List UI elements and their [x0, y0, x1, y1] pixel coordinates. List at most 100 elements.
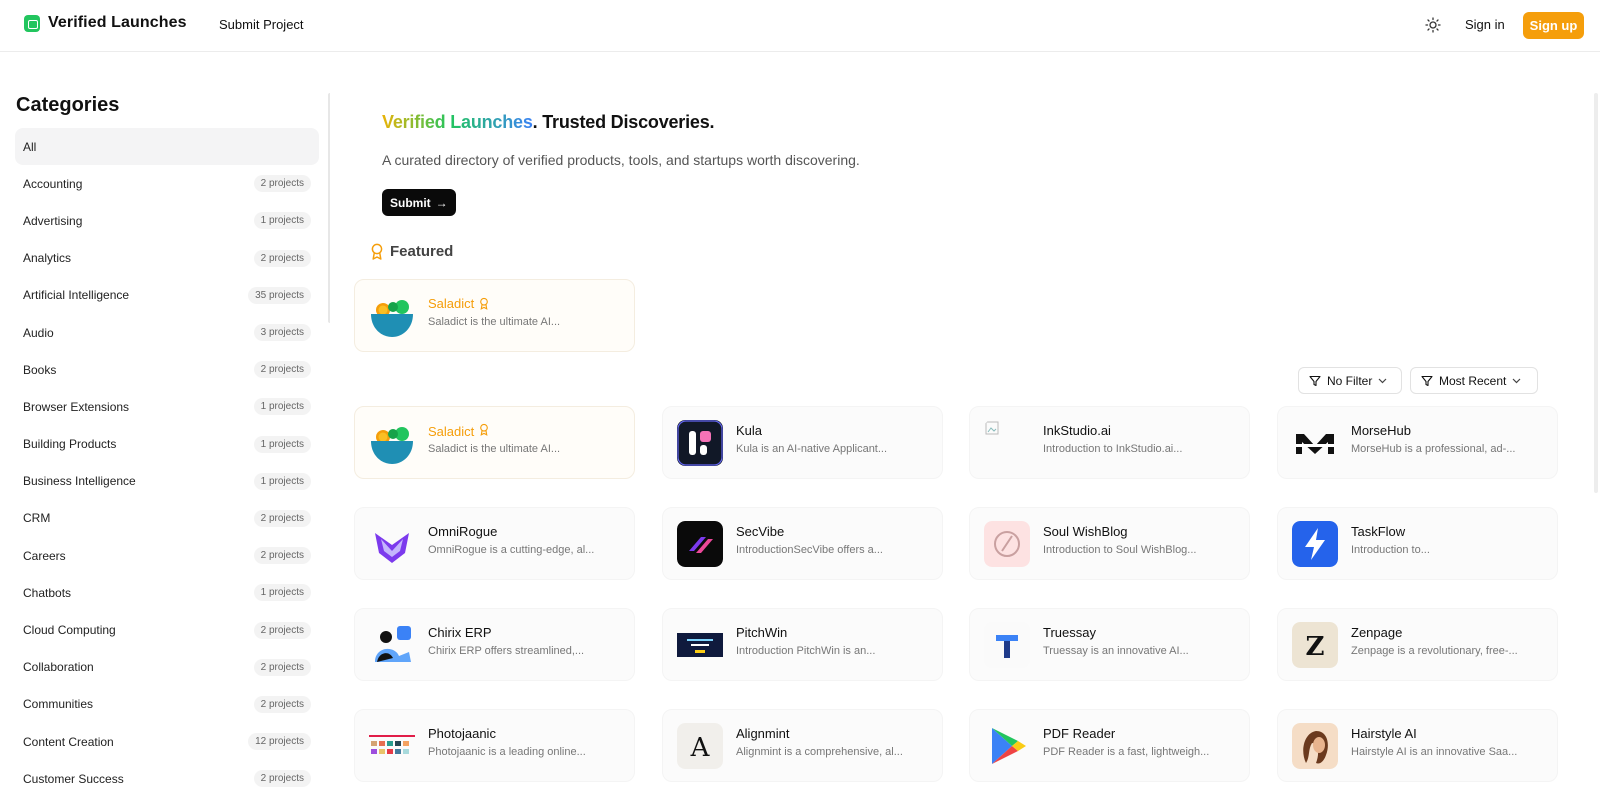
- brand-name: Verified Launches: [48, 14, 187, 31]
- category-label: Collaboration: [23, 660, 94, 675]
- chevron-down-icon: [1378, 378, 1387, 383]
- project-card-morsehub[interactable]: MorseHub MorseHub is a professional, ad-.…: [1277, 406, 1558, 479]
- project-name: Photojaanic: [428, 726, 496, 741]
- award-icon: [479, 423, 489, 439]
- category-count-badge: 2 projects: [253, 658, 311, 676]
- project-card-soul-wishblog[interactable]: Soul WishBlog Introduction to Soul WishBl…: [969, 507, 1250, 580]
- category-count-badge: 2 projects: [253, 770, 311, 788]
- category-label: Cloud Computing: [23, 623, 116, 638]
- project-description: Introduction PitchWin is an...: [736, 645, 876, 657]
- filter-icon: [1309, 375, 1321, 386]
- sidebar-category-crm[interactable]: CRM 2 projects: [15, 500, 319, 537]
- main-scrollbar[interactable]: [1594, 93, 1598, 493]
- sidebar-category-accounting[interactable]: Accounting 2 projects: [15, 165, 319, 202]
- project-card-pitchwin[interactable]: PitchWin Introduction PitchWin is an...: [662, 608, 943, 681]
- project-card-zenpage[interactable]: Z Zenpage Zenpage is a revolutionary, free…: [1277, 608, 1558, 681]
- sidebar-category-content-creation[interactable]: Content Creation 12 projects: [15, 723, 319, 760]
- category-count-badge: 2 projects: [253, 695, 311, 713]
- hero-submit-button[interactable]: Submit →: [382, 189, 456, 216]
- kula-logo: [677, 420, 723, 466]
- project-name-row: MorseHub: [1351, 423, 1411, 438]
- sidebar-category-artificial-intelligence[interactable]: Artificial Intelligence 35 projects: [15, 277, 319, 314]
- sidebar-category-books[interactable]: Books 2 projects: [15, 351, 319, 388]
- project-card-kula[interactable]: Kula Kula is an AI-native Applicant...: [662, 406, 943, 479]
- sun-icon[interactable]: [1425, 17, 1441, 33]
- project-card-truessay[interactable]: Truessay Truessay is an innovative AI...: [969, 608, 1250, 681]
- sidebar-category-careers[interactable]: Careers 2 projects: [15, 537, 319, 574]
- sign-in-link[interactable]: Sign in: [1465, 17, 1505, 32]
- project-card-chirix-erp[interactable]: Chirix ERP Chirix ERP offers streamlined,…: [354, 608, 635, 681]
- project-name: Soul WishBlog: [1043, 524, 1128, 539]
- category-count-badge: 3 projects: [253, 324, 311, 342]
- sidebar-category-advertising[interactable]: Advertising 1 projects: [15, 202, 319, 239]
- project-card-hairstyle-ai[interactable]: Hairstyle AI Hairstyle AI is an innovativ…: [1277, 709, 1558, 782]
- project-name: PDF Reader: [1043, 726, 1116, 741]
- category-count-badge: 1 projects: [253, 435, 311, 453]
- category-label: Books: [23, 362, 57, 377]
- featured-project-card[interactable]: Saladict Saladict is the ultimate AI...: [354, 279, 635, 352]
- sidebar-category-communities[interactable]: Communities 2 projects: [15, 686, 319, 723]
- award-icon: [480, 297, 489, 310]
- sort-dropdown[interactable]: Most Recent: [1410, 367, 1538, 394]
- sign-up-button[interactable]: Sign up: [1523, 12, 1584, 39]
- category-count-badge: 2 projects: [253, 621, 311, 639]
- sidebar-category-cloud-computing[interactable]: Cloud Computing 2 projects: [15, 611, 319, 648]
- hero-title: Verified Launches. Trusted Discoveries.: [382, 112, 715, 133]
- project-card-saladict[interactable]: Saladict Saladict is the ultimate AI...: [354, 406, 635, 479]
- sidebar-category-browser-extensions[interactable]: Browser Extensions 1 projects: [15, 388, 319, 425]
- featured-card-name: Saladict: [428, 296, 475, 311]
- project-name-row: PDF Reader: [1043, 726, 1115, 741]
- project-description: Chirix ERP offers streamlined,...: [428, 645, 585, 657]
- award-icon: [371, 243, 383, 260]
- project-card-inkstudio-ai[interactable]: InkStudio.ai Introduction to InkStudio.ai…: [969, 406, 1250, 479]
- project-name: Truessay: [1043, 625, 1096, 640]
- alignmint-logo: A: [677, 723, 723, 769]
- project-description: Alignmint is a comprehensive, al...: [736, 746, 903, 758]
- category-label: Advertising: [23, 213, 83, 228]
- project-name-row: Zenpage: [1351, 625, 1402, 640]
- category-label: Communities: [23, 697, 94, 712]
- project-name-row: SecVibe: [736, 524, 784, 539]
- brand-logo-link[interactable]: Verified Launches: [24, 14, 187, 32]
- featured-heading: Featured: [370, 243, 453, 260]
- category-label: Accounting: [23, 176, 83, 191]
- category-count-badge: 1 projects: [253, 584, 311, 602]
- project-description: OmniRogue is a cutting-edge, al...: [428, 544, 595, 556]
- sidebar-category-building-products[interactable]: Building Products 1 projects: [15, 426, 319, 463]
- category-label: Business Intelligence: [23, 474, 136, 489]
- sidebar-category-audio[interactable]: Audio 3 projects: [15, 314, 319, 351]
- pitchwin-logo: [677, 622, 723, 668]
- project-card-pdf-reader[interactable]: PDF Reader PDF Reader is a fast, lightwei…: [969, 709, 1250, 782]
- project-card-secvibe[interactable]: SecVibe IntroductionSecVibe offers a...: [662, 507, 943, 580]
- category-label: Customer Success: [23, 771, 124, 786]
- sidebar-category-collaboration[interactable]: Collaboration 2 projects: [15, 649, 319, 686]
- project-name-row: Alignmint: [736, 726, 789, 741]
- category-count-badge: 1 projects: [253, 212, 311, 230]
- category-filter-dropdown[interactable]: No Filter: [1298, 367, 1402, 394]
- categories-heading: Categories: [16, 94, 120, 116]
- category-count-badge: 12 projects: [248, 733, 311, 751]
- submit-project-link[interactable]: Submit Project: [219, 17, 304, 32]
- sidebar-category-chatbots[interactable]: Chatbots 1 projects: [15, 574, 319, 611]
- category-count-badge: 1 projects: [253, 398, 311, 416]
- sidebar-scrollbar[interactable]: [328, 93, 330, 323]
- category-label: Browser Extensions: [23, 399, 130, 414]
- sidebar-category-all[interactable]: All: [15, 128, 319, 166]
- category-list: All Accounting 2 projects Advertising 1 proj…: [15, 128, 319, 795]
- project-card-photojaanic[interactable]: Photojaanic Photojaanic is a leading onli…: [354, 709, 635, 782]
- project-name: Saladict: [428, 423, 475, 439]
- sidebar-category-customer-success[interactable]: Customer Success 2 projects: [15, 760, 319, 795]
- category-count-badge: 35 projects: [248, 286, 311, 304]
- project-card-taskflow[interactable]: TaskFlow Introduction to...: [1277, 507, 1558, 580]
- category-label: All: [23, 139, 37, 154]
- project-description: Photojaanic is a leading online...: [428, 746, 586, 758]
- category-label: Building Products: [23, 437, 117, 452]
- project-card-alignmint[interactable]: A Alignmint Alignmint is a comprehensive, …: [662, 709, 943, 782]
- sidebar-category-business-intelligence[interactable]: Business Intelligence 1 projects: [15, 463, 319, 500]
- project-card-omnirogue[interactable]: OmniRogue OmniRogue is a cutting-edge, al…: [354, 507, 635, 580]
- project-name: InkStudio.ai: [1043, 423, 1111, 438]
- category-count-badge: 2 projects: [253, 175, 311, 193]
- sidebar-category-analytics[interactable]: Analytics 2 projects: [15, 240, 319, 277]
- secvibe-logo: [677, 521, 723, 567]
- project-name-row: Kula: [736, 423, 762, 438]
